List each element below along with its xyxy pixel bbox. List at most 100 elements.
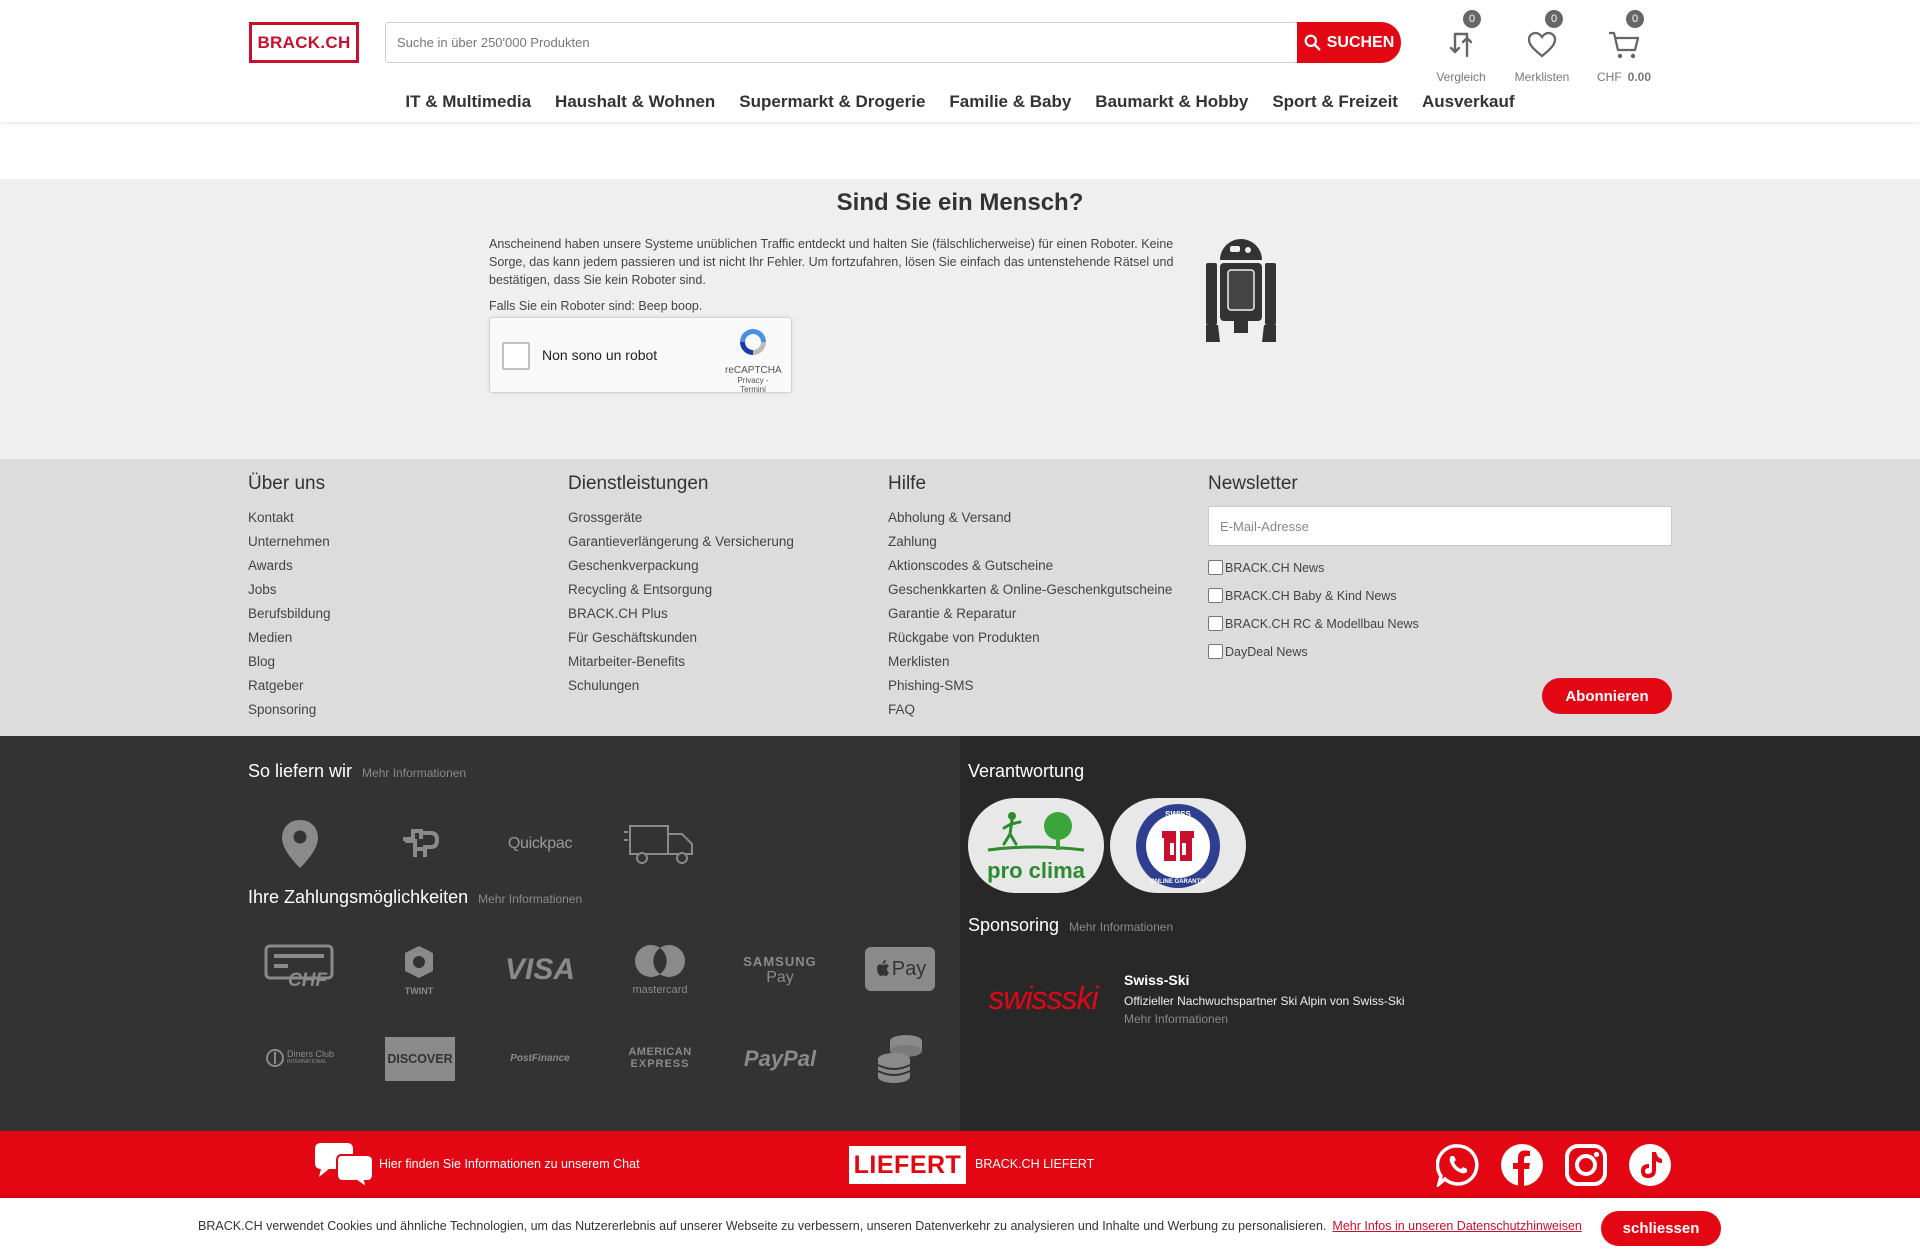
nav-it-multimedia[interactable]: IT & Multimedia xyxy=(393,92,543,112)
amex-label: AMERICAN xyxy=(628,1046,692,1058)
footer-col-services: Dienstleistungen Grossgeräte Garantiever… xyxy=(568,473,794,698)
liefert-link[interactable]: BRACK.CH LIEFERT xyxy=(975,1157,1094,1171)
footer-link-awards[interactable]: Awards xyxy=(248,554,331,578)
footer-about-title: Über uns xyxy=(248,473,326,494)
captcha-beep-text: Falls Sie ein Roboter sind: Beep boop. xyxy=(489,299,703,313)
footer-link-grossgeraete[interactable]: Grossgeräte xyxy=(568,506,794,530)
recaptcha-links[interactable]: Privacy - Termini xyxy=(725,376,781,394)
location-pin-icon xyxy=(280,818,320,870)
postfinance-icon: PostFinance xyxy=(502,1048,578,1068)
newsletter-option[interactable]: BRACK.CH News xyxy=(1208,560,1672,575)
contact-bar: Hier finden Sie Informationen zu unserem… xyxy=(0,1131,1920,1198)
footer-link-unternehmen[interactable]: Unternehmen xyxy=(248,530,331,554)
footer-link-geschenkkarten[interactable]: Geschenkkarten & Online-Geschenkgutschei… xyxy=(888,578,1172,602)
footer-link-medien[interactable]: Medien xyxy=(248,626,331,650)
twint-icon: TWINT xyxy=(396,944,442,996)
nav-baumarkt-hobby[interactable]: Baumarkt & Hobby xyxy=(1083,92,1260,112)
nav-ausverkauf[interactable]: Ausverkauf xyxy=(1410,92,1527,112)
liefert-logo-text: LIEFERT xyxy=(853,1150,962,1179)
footer-link-berufsbildung[interactable]: Berufsbildung xyxy=(248,602,331,626)
footer-link-garantie-reparatur[interactable]: Garantie & Reparatur xyxy=(888,602,1172,626)
swiss-ski-logo[interactable]: swissski xyxy=(980,978,1106,1018)
cart-currency: CHF xyxy=(1596,70,1622,84)
footer-link-garantie[interactable]: Garantieverlängerung & Versicherung xyxy=(568,530,794,554)
newsletter-option[interactable]: BRACK.CH Baby & Kind News xyxy=(1208,588,1672,603)
search-icon xyxy=(1304,34,1321,51)
amex-sub-label: EXPRESS xyxy=(630,1058,690,1070)
cookie-close-button[interactable]: schliessen xyxy=(1601,1211,1721,1246)
instagram-icon[interactable] xyxy=(1564,1143,1608,1187)
nav-sport-freizeit[interactable]: Sport & Freizeit xyxy=(1260,92,1410,112)
tiktok-icon[interactable] xyxy=(1628,1143,1672,1187)
footer-services-title: Dienstleistungen xyxy=(568,473,709,494)
recaptcha-label: Non sono un robot xyxy=(542,347,658,363)
recaptcha-brand: reCAPTCHA xyxy=(725,365,782,376)
newsletter-checkbox[interactable] xyxy=(1208,560,1223,575)
facebook-icon[interactable] xyxy=(1500,1143,1544,1187)
apple-pay-label: Pay xyxy=(891,957,927,980)
robot-icon xyxy=(1206,239,1276,342)
recaptcha-checkbox[interactable] xyxy=(502,342,530,370)
liefert-logo[interactable]: LIEFERT xyxy=(849,1146,966,1184)
delivery-more-link[interactable]: Mehr Informationen xyxy=(362,766,466,780)
subscribe-button[interactable]: Abonnieren xyxy=(1542,678,1672,714)
footer-link-blog[interactable]: Blog xyxy=(248,650,331,674)
brack-logo[interactable]: BRACK.CH xyxy=(249,22,359,63)
whatsapp-icon[interactable] xyxy=(1436,1143,1480,1187)
recaptcha-logo: reCAPTCHA Privacy - Termini xyxy=(725,326,782,394)
quickpac-logo: Quickpac xyxy=(507,835,573,852)
newsletter-checkbox[interactable] xyxy=(1208,588,1223,603)
cart-button[interactable]: 0 CHF 0.00 xyxy=(1584,10,1664,84)
search-button[interactable]: SUCHEN xyxy=(1297,22,1401,63)
newsletter-checkbox[interactable] xyxy=(1208,644,1223,659)
pro-clima-badge[interactable]: pro clima xyxy=(968,798,1104,893)
chat-info-link[interactable]: Hier finden Sie Informationen zu unserem… xyxy=(379,1157,640,1171)
sponsoring-more-link[interactable]: Mehr Informationen xyxy=(1069,920,1173,934)
swiss-ski-logo-text: swissski xyxy=(988,979,1098,1016)
footer-link-geschenkverpackung[interactable]: Geschenkverpackung xyxy=(568,554,794,578)
footer-link-zahlung[interactable]: Zahlung xyxy=(888,530,1172,554)
diners-label: Diners Club xyxy=(286,1049,335,1059)
newsletter-checkbox[interactable] xyxy=(1208,616,1223,631)
apple-pay-icon: Pay xyxy=(865,947,935,991)
footer-link-rueckgabe[interactable]: Rückgabe von Produkten xyxy=(888,626,1172,650)
footer-link-phishing[interactable]: Phishing-SMS xyxy=(888,674,1172,698)
twint-label: TWINT xyxy=(404,986,434,996)
footer-link-recycling[interactable]: Recycling & Entsorgung xyxy=(568,578,794,602)
footer-link-merklisten[interactable]: Merklisten xyxy=(888,650,1172,674)
newsletter-option-label: BRACK.CH News xyxy=(1225,560,1325,575)
nav-haushalt-wohnen[interactable]: Haushalt & Wohnen xyxy=(543,92,727,112)
footer-link-schulungen[interactable]: Schulungen xyxy=(568,674,794,698)
chat-icon[interactable] xyxy=(313,1139,375,1189)
footer-link-sponsoring[interactable]: Sponsoring xyxy=(248,698,331,722)
nav-familie-baby[interactable]: Familie & Baby xyxy=(937,92,1083,112)
diners-club-icon: Diners Club INTERNATIONAL xyxy=(264,1046,336,1070)
compare-label: Vergleich xyxy=(1436,70,1486,84)
nav-supermarkt-drogerie[interactable]: Supermarkt & Drogerie xyxy=(727,92,937,112)
footer-link-faq[interactable]: FAQ xyxy=(888,698,1172,722)
footer-link-mitarbeiter[interactable]: Mitarbeiter-Benefits xyxy=(568,650,794,674)
newsletter-option[interactable]: DayDeal News xyxy=(1208,644,1672,659)
cart-total: CHF 0.00 xyxy=(1584,70,1664,84)
footer-link-geschaeftskunden[interactable]: Für Geschäftskunden xyxy=(568,626,794,650)
newsletter-email-field[interactable] xyxy=(1208,506,1672,546)
footer-link-jobs[interactable]: Jobs xyxy=(248,578,331,602)
footer-links: Über uns Kontakt Unternehmen Awards Jobs… xyxy=(0,459,1920,736)
compare-button[interactable]: 0 Vergleich xyxy=(1421,10,1501,84)
sponsor-more-link[interactable]: Mehr Informationen xyxy=(1124,1012,1228,1026)
wishlist-button[interactable]: 0 Merklisten xyxy=(1502,10,1582,84)
privacy-link[interactable]: Mehr Infos in unseren Datenschutzhinweis… xyxy=(1332,1219,1581,1233)
footer-help-title: Hilfe xyxy=(888,473,927,494)
footer-link-ratgeber[interactable]: Ratgeber xyxy=(248,674,331,698)
footer-link-kontakt[interactable]: Kontakt xyxy=(248,506,331,530)
swiss-online-garantie-badge[interactable]: SWISS ONLINE GARANTIE xyxy=(1110,798,1246,893)
search-input[interactable] xyxy=(385,22,1297,63)
sponsor-description: Offizieller Nachwuchspartner Ski Alpin v… xyxy=(1124,994,1405,1008)
footer-link-brack-plus[interactable]: BRACK.CH Plus xyxy=(568,602,794,626)
garantie-bottom-text: ONLINE GARANTIE xyxy=(1150,879,1206,885)
payment-more-link[interactable]: Mehr Informationen xyxy=(478,892,582,906)
footer-link-abholung[interactable]: Abholung & Versand xyxy=(888,506,1172,530)
postfinance-label: PostFinance xyxy=(510,1052,570,1064)
newsletter-option[interactable]: BRACK.CH RC & Modellbau News xyxy=(1208,616,1672,631)
footer-link-aktionscodes[interactable]: Aktionscodes & Gutscheine xyxy=(888,554,1172,578)
